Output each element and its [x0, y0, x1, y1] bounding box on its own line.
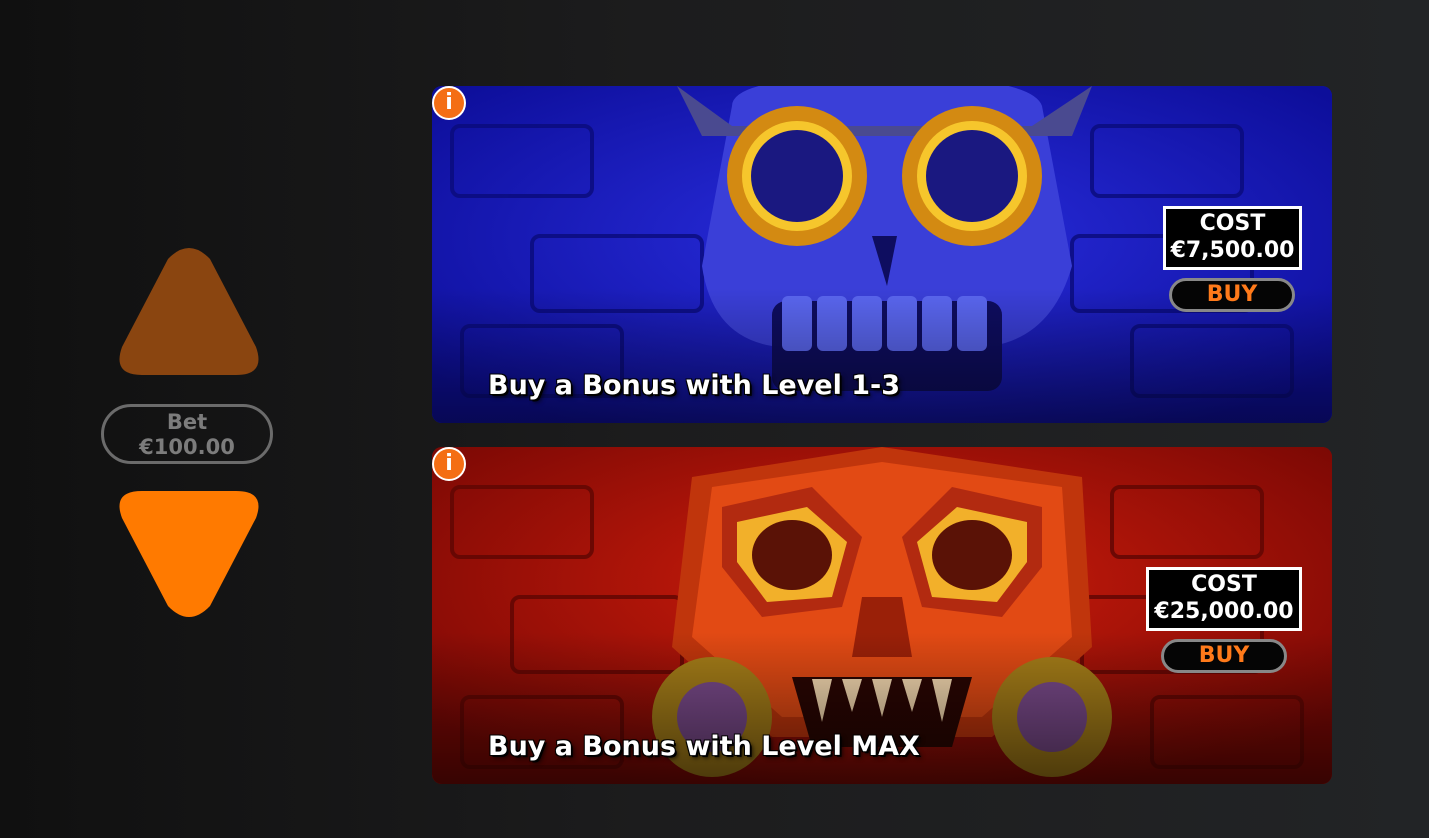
- triangle-down-icon: [119, 491, 259, 617]
- cost-label: COST: [1199, 211, 1266, 236]
- cost-value: €25,000.00: [1154, 599, 1294, 624]
- bonus-card-level-max: i Buy a Bonus with Level MAX COST €25,00…: [432, 447, 1332, 784]
- bonus-title: Buy a Bonus with Level MAX: [488, 731, 920, 762]
- buy-button[interactable]: BUY: [1161, 639, 1287, 673]
- bet-increase-button[interactable]: [118, 247, 260, 377]
- bet-label: Bet: [166, 410, 208, 434]
- triangle-up-icon: [119, 248, 259, 375]
- cost-label: COST: [1191, 572, 1257, 597]
- bet-decrease-button[interactable]: [118, 490, 260, 618]
- info-icon[interactable]: i: [432, 447, 466, 481]
- cost-box: COST €7,500.00: [1163, 206, 1302, 270]
- cost-box: COST €25,000.00: [1146, 567, 1302, 631]
- bonus-card-level-1-3: i Buy a Bonus with Level 1-3 COST €7,500…: [432, 86, 1332, 423]
- buy-button[interactable]: BUY: [1169, 278, 1295, 312]
- bonus-buy-screen: Bet €100.00 i Buy a Bonus with Level 1-3…: [0, 0, 1429, 838]
- cost-value: €7,500.00: [1170, 238, 1295, 263]
- bet-value: €100.00: [139, 435, 235, 459]
- bet-display: Bet €100.00: [101, 404, 273, 464]
- info-icon[interactable]: i: [432, 86, 466, 120]
- bonus-title: Buy a Bonus with Level 1-3: [488, 370, 901, 401]
